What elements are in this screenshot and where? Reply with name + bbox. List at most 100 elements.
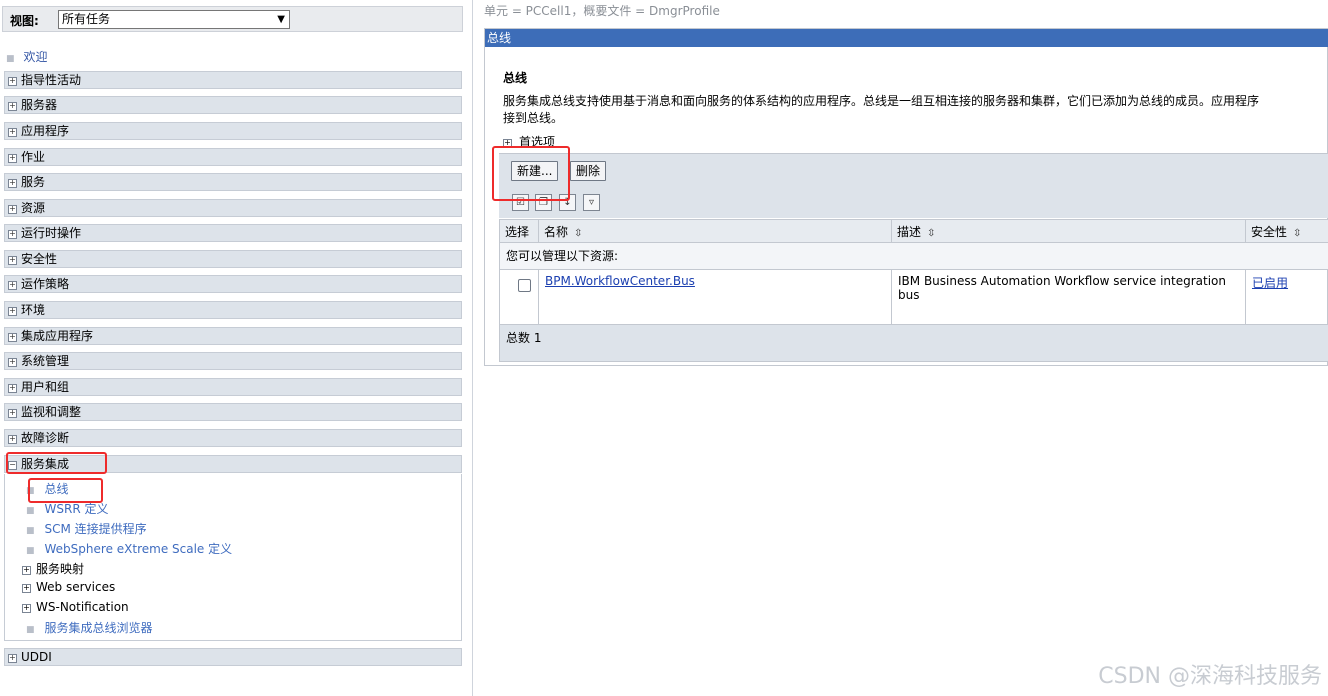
bus-name-link[interactable]: BPM.WorkflowCenter.Bus — [545, 274, 695, 288]
column-header-label: 名称 — [544, 224, 569, 239]
nav-category[interactable]: + 运行时操作 — [4, 224, 462, 242]
expand-icon[interactable]: + — [22, 584, 31, 593]
column-header-description[interactable]: 描述 ⇳ — [891, 219, 1246, 243]
nav-group-web-services[interactable]: + Web services — [22, 580, 115, 594]
column-header-label: 描述 — [897, 224, 922, 239]
nav-group-label: Web services — [36, 580, 116, 594]
nav-category-label: 用户和组 — [21, 380, 70, 394]
nav-category[interactable]: + 作业 — [4, 148, 462, 166]
row-security-cell: 已启用 — [1245, 269, 1328, 325]
nav-category-label: UDDI — [21, 650, 52, 664]
nav-category[interactable]: + 系统管理 — [4, 352, 462, 370]
nav-category-label: 运作策略 — [21, 277, 70, 291]
bus-table: 选择 名称 ⇳ 描述 ⇳ 安全性 ⇳ 您可以管理以下资源: BPM.WorkflowC… — [499, 219, 1328, 362]
nav-category[interactable]: + 服务器 — [4, 96, 462, 114]
nav-item-label: 服务集成总线浏览器 — [44, 621, 153, 635]
expand-icon[interactable]: + — [8, 256, 17, 265]
nav-item-label: SCM 连接提供程序 — [44, 522, 147, 536]
nav-category[interactable]: + 环境 — [4, 301, 462, 319]
expand-icon[interactable]: + — [8, 102, 17, 111]
expand-icon[interactable]: + — [8, 77, 17, 86]
bullet-icon: ■ — [26, 526, 35, 536]
description-line: 服务集成总线支持使用基于消息和面向服务的体系结构的应用程序。总线是一组互相连接的… — [503, 94, 1260, 108]
nav-category-label: 运行时操作 — [21, 226, 82, 240]
row-description-cell: IBM Business Automation Workflow service… — [891, 269, 1246, 325]
row-select-cell — [499, 269, 539, 325]
highlight-box — [28, 478, 103, 503]
nav-group-ws-notification[interactable]: + WS-Notification — [22, 600, 129, 614]
welcome-link[interactable]: ■ 欢迎 — [6, 48, 48, 65]
nav-group-label: 服务映射 — [36, 562, 85, 576]
expand-icon[interactable]: + — [8, 358, 17, 367]
navigation-tree: 视图: 所有任务 ▼ ■ 欢迎 + 指导性活动 + 服务器 + 应用程序 + 作业 + 服务… — [0, 0, 473, 696]
column-header-security[interactable]: 安全性 ⇳ — [1245, 219, 1328, 243]
page-description: 服务集成总线支持使用基于消息和面向服务的体系结构的应用程序。总线是一组互相连接的… — [503, 93, 1328, 127]
table-header-row: 选择 名称 ⇳ 描述 ⇳ 安全性 ⇳ — [499, 219, 1328, 243]
expand-icon[interactable]: + — [22, 566, 31, 575]
column-header-name[interactable]: 名称 ⇳ — [538, 219, 892, 243]
nav-category-uddi[interactable]: + UDDI — [4, 648, 462, 666]
nav-category-label: 集成应用程序 — [21, 329, 94, 343]
nav-category-label: 系统管理 — [21, 354, 70, 368]
nav-item-bus-browser[interactable]: ■ 服务集成总线浏览器 — [26, 619, 153, 636]
highlight-box — [6, 452, 107, 474]
bullet-icon: ■ — [26, 506, 35, 516]
expand-icon[interactable]: + — [8, 154, 17, 163]
highlight-box — [492, 146, 570, 201]
watermark: CSDN @深海科技服务 — [1098, 664, 1322, 689]
expand-icon[interactable]: + — [8, 205, 17, 214]
expand-icon[interactable]: + — [8, 435, 17, 444]
nav-category[interactable]: + 用户和组 — [4, 378, 462, 396]
expand-icon[interactable]: + — [8, 128, 17, 137]
nav-category-label: 服务器 — [21, 98, 58, 112]
table-row: BPM.WorkflowCenter.Bus IBM Business Auto… — [499, 269, 1328, 325]
expand-icon[interactable]: + — [8, 281, 17, 290]
expand-icon[interactable]: + — [8, 384, 17, 393]
nav-item-label: WSRR 定义 — [44, 502, 109, 516]
column-header-select: 选择 — [499, 219, 539, 243]
expand-icon[interactable]: + — [8, 230, 17, 239]
welcome-label: 欢迎 — [23, 50, 48, 64]
bus-panel: 总线 总线 服务集成总线支持使用基于消息和面向服务的体系结构的应用程序。总线是一… — [484, 28, 1328, 366]
nav-category-label: 作业 — [21, 150, 46, 164]
nav-item-scm[interactable]: ■ SCM 连接提供程序 — [26, 520, 147, 537]
expand-icon[interactable]: + — [8, 409, 17, 418]
nav-category[interactable]: + 监视和调整 — [4, 403, 462, 421]
nav-category[interactable]: + 安全性 — [4, 250, 462, 268]
resources-note-row: 您可以管理以下资源: — [499, 242, 1328, 270]
nav-group-service-mapping[interactable]: + 服务映射 — [22, 560, 84, 577]
sort-icon[interactable]: ⇳ — [574, 228, 582, 239]
breadcrumb: 单元 = PCCell1，概要文件 = DmgrProfile — [484, 4, 720, 18]
nav-category[interactable]: + 应用程序 — [4, 122, 462, 140]
expand-icon[interactable]: + — [8, 179, 17, 188]
nav-category[interactable]: + 集成应用程序 — [4, 327, 462, 345]
nav-category[interactable]: + 指导性活动 — [4, 71, 462, 89]
nav-category[interactable]: + 资源 — [4, 199, 462, 217]
filter-icon[interactable]: ▿ — [583, 194, 600, 211]
nav-category-label: 服务 — [21, 175, 46, 189]
view-select[interactable]: 所有任务 ▼ — [58, 10, 290, 29]
description-line: 接到总线。 — [503, 111, 564, 125]
nav-category[interactable]: + 故障诊断 — [4, 429, 462, 447]
expand-icon[interactable]: + — [8, 333, 17, 342]
nav-category-label: 环境 — [21, 303, 46, 317]
delete-button[interactable]: 删除 — [570, 161, 607, 181]
security-status-link[interactable]: 已启用 — [1252, 276, 1288, 290]
nav-item-extreme-scale[interactable]: ■ WebSphere eXtreme Scale 定义 — [26, 540, 232, 557]
view-filter-bar: 视图: 所有任务 ▼ — [2, 6, 463, 32]
nav-category-label: 资源 — [21, 201, 46, 215]
nav-category-label: 安全性 — [21, 252, 58, 266]
resources-note: 您可以管理以下资源: — [499, 242, 1328, 270]
sort-icon[interactable]: ⇳ — [1293, 228, 1301, 239]
expand-icon[interactable]: + — [8, 307, 17, 316]
view-label: 视图: — [10, 14, 39, 28]
expand-icon[interactable]: + — [22, 604, 31, 613]
nav-category-label: 应用程序 — [21, 124, 70, 138]
bullet-icon: ■ — [26, 625, 35, 635]
nav-group-label: WS-Notification — [36, 600, 129, 614]
nav-category[interactable]: + 服务 — [4, 173, 462, 191]
nav-category[interactable]: + 运作策略 — [4, 275, 462, 293]
row-checkbox[interactable] — [518, 279, 531, 292]
expand-icon[interactable]: + — [8, 654, 17, 663]
sort-icon[interactable]: ⇳ — [927, 228, 935, 239]
